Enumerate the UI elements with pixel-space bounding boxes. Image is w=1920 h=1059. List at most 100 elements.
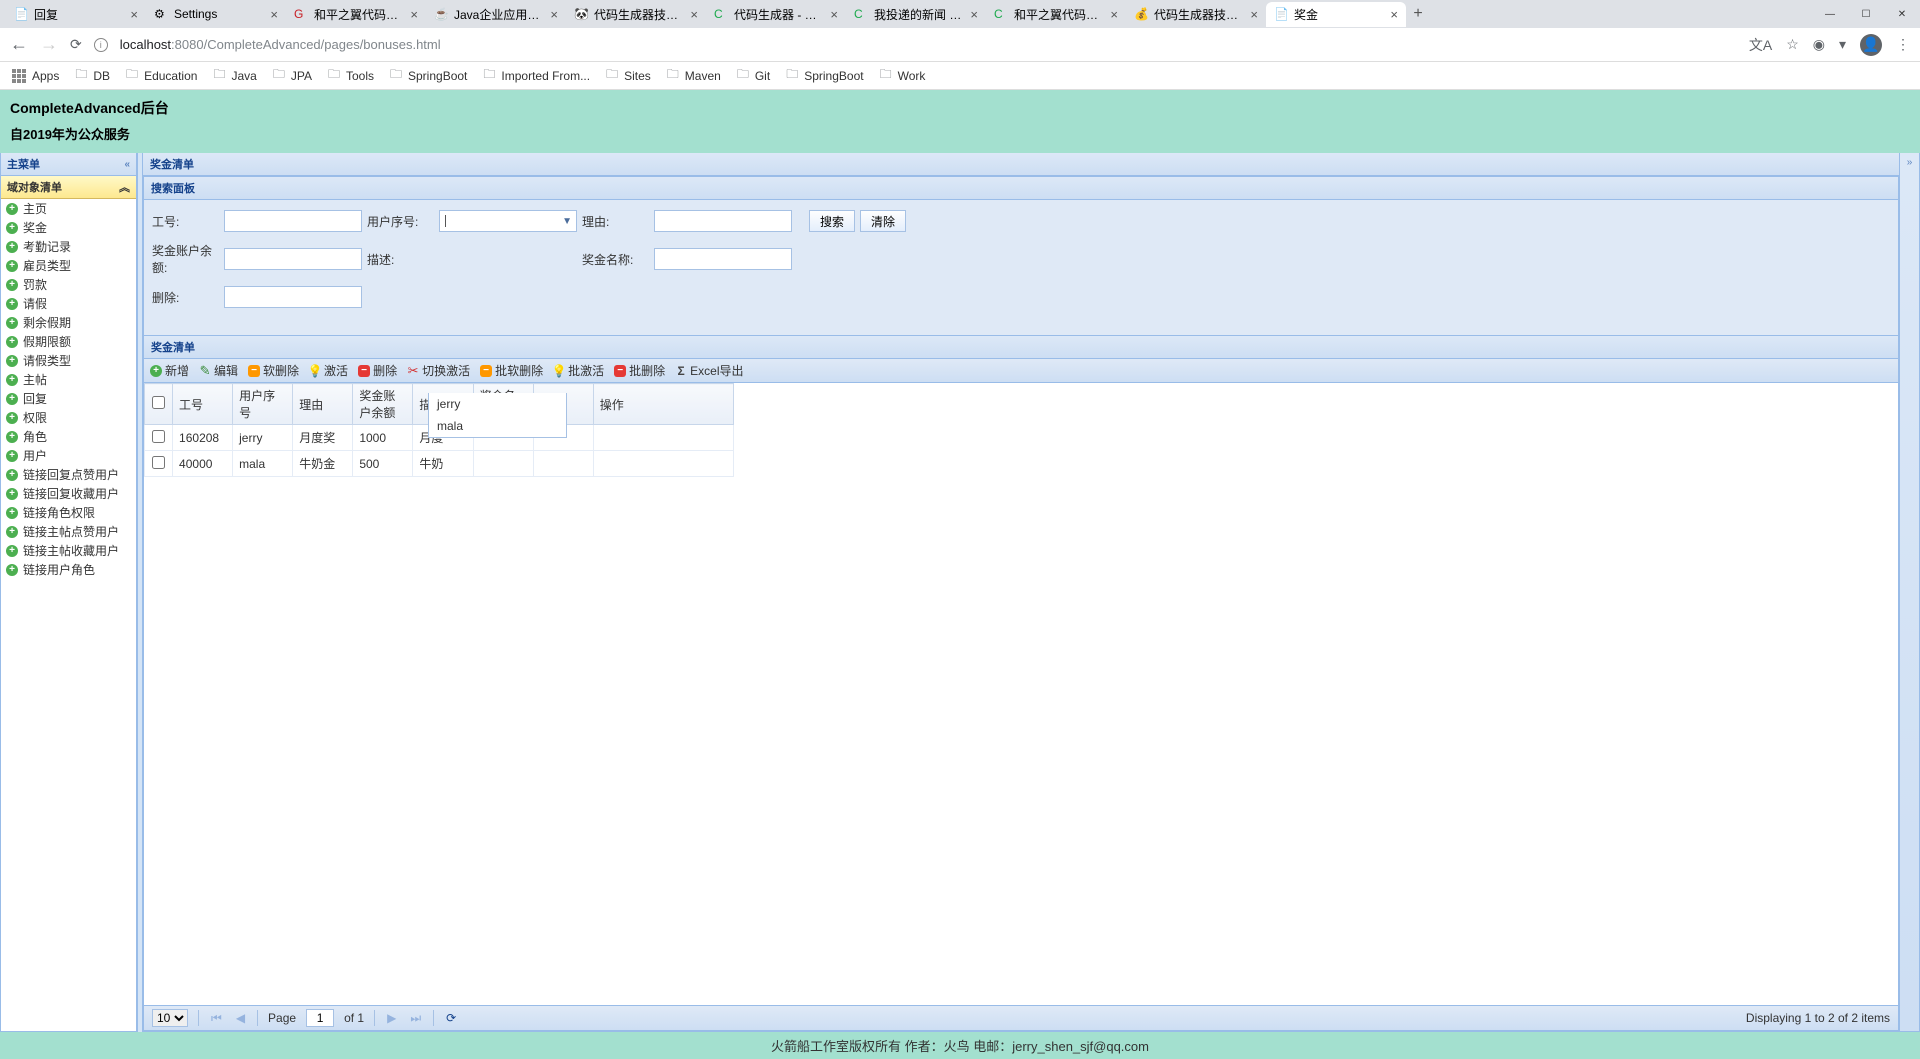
add-button[interactable]: +新增 — [150, 362, 189, 379]
bookmark-folder[interactable]: 🗀SpringBoot — [786, 65, 863, 86]
batchsoftdel-button[interactable]: −批软删除 — [480, 362, 543, 379]
star-icon[interactable]: ☆ — [1786, 36, 1799, 53]
close-icon[interactable]: × — [410, 7, 418, 22]
toggle-button[interactable]: ✂切换激活 — [407, 362, 470, 379]
browser-tab-9[interactable]: 📄奖金× — [1266, 2, 1406, 27]
activate-button[interactable]: 💡激活 — [309, 362, 348, 379]
sidebar-item[interactable]: +考勤记录 — [1, 237, 136, 256]
del-button[interactable]: −删除 — [358, 362, 397, 379]
bookmark-folder[interactable]: 🗀DB — [75, 65, 110, 86]
close-icon[interactable]: × — [690, 7, 698, 22]
clear-button[interactable]: 清除 — [860, 210, 906, 232]
bookmark-folder[interactable]: 🗀Imported From... — [483, 65, 590, 86]
page-input[interactable] — [306, 1009, 334, 1027]
bookmark-folder[interactable]: 🗀Sites — [606, 65, 651, 86]
browser-tab-5[interactable]: C代码生成器 - MS…× — [706, 2, 846, 27]
ly-input[interactable] — [654, 210, 792, 232]
close-icon[interactable]: × — [270, 7, 278, 22]
dropdown-option[interactable]: jerry — [429, 393, 566, 415]
maximize-button[interactable]: ☐ — [1848, 0, 1884, 28]
sidebar-item[interactable]: +链接主帖收藏用户 — [1, 541, 136, 560]
col-yhxh[interactable]: 用户序号 — [233, 384, 293, 425]
new-tab-button[interactable]: + — [1406, 2, 1430, 26]
sidebar-item[interactable]: +主帖 — [1, 370, 136, 389]
bookmark-folder[interactable]: 🗀Maven — [667, 65, 721, 86]
translate-icon[interactable]: 文A — [1749, 35, 1772, 55]
col-ly[interactable]: 理由 — [293, 384, 353, 425]
edit-button[interactable]: ✎编辑 — [199, 362, 238, 379]
browser-tab-3[interactable]: ☕Java企业应用论坛…× — [426, 2, 566, 27]
sidebar-item[interactable]: +请假类型 — [1, 351, 136, 370]
close-icon[interactable]: × — [550, 7, 558, 22]
gh-input[interactable] — [224, 210, 362, 232]
browser-tab-0[interactable]: 📄回复× — [6, 2, 146, 27]
sidebar-item[interactable]: +剩余假期 — [1, 313, 136, 332]
extension-icon[interactable]: ◉ — [1813, 36, 1825, 53]
sc-input[interactable] — [224, 286, 362, 308]
collapse-icon[interactable]: « — [124, 159, 130, 170]
sidebar-item[interactable]: +链接角色权限 — [1, 503, 136, 522]
close-icon[interactable]: × — [1390, 7, 1398, 22]
jjmc-input[interactable] — [654, 248, 792, 270]
close-icon[interactable]: × — [1250, 7, 1258, 22]
prev-page-button[interactable]: ◀ — [234, 1011, 247, 1025]
minimize-button[interactable]: — — [1812, 0, 1848, 28]
sidebar-item[interactable]: +罚款 — [1, 275, 136, 294]
close-icon[interactable]: × — [830, 7, 838, 22]
forward-button[interactable]: → — [40, 34, 58, 55]
sidebar-item[interactable]: +请假 — [1, 294, 136, 313]
browser-tab-4[interactable]: 🐼代码生成器技术系…× — [566, 2, 706, 27]
sidebar-item[interactable]: +链接用户角色 — [1, 560, 136, 579]
sidebar-item[interactable]: +权限 — [1, 408, 136, 427]
bookmark-folder[interactable]: 🗀Education — [126, 65, 197, 86]
sidebar-item[interactable]: +主页 — [1, 199, 136, 218]
sidebar-section-header[interactable]: 域对象清单︽ — [1, 176, 136, 199]
sidebar-item[interactable]: +奖金 — [1, 218, 136, 237]
close-icon[interactable]: × — [130, 7, 138, 22]
table-row[interactable]: 40000 mala 牛奶金 500 牛奶 — [145, 451, 734, 477]
next-page-button[interactable]: ▶ — [385, 1011, 398, 1025]
browser-tab-8[interactable]: 💰代码生成器技术系…× — [1126, 2, 1266, 27]
east-panel-collapsed[interactable]: » — [1900, 153, 1920, 1032]
sidebar-item[interactable]: +角色 — [1, 427, 136, 446]
pagesize-select[interactable]: 10 — [152, 1009, 188, 1027]
search-button[interactable]: 搜索 — [809, 210, 855, 232]
browser-tab-7[interactable]: C和平之翼代码生成…× — [986, 2, 1126, 27]
batchactivate-button[interactable]: 💡批激活 — [553, 362, 604, 379]
site-info-icon[interactable]: i — [94, 38, 108, 52]
sidebar-item[interactable]: +雇员类型 — [1, 256, 136, 275]
select-all-checkbox[interactable] — [145, 384, 173, 425]
bookmark-folder[interactable]: 🗀Tools — [328, 65, 374, 86]
row-checkbox[interactable] — [152, 430, 165, 443]
bookmark-folder[interactable]: 🗀SpringBoot — [390, 65, 467, 86]
dropdown-option[interactable]: mala — [429, 415, 566, 437]
export-button[interactable]: ΣExcel导出 — [675, 362, 743, 379]
close-icon[interactable]: × — [970, 7, 978, 22]
row-checkbox[interactable] — [152, 456, 165, 469]
sidebar-item[interactable]: +链接回复收藏用户 — [1, 484, 136, 503]
sidebar-item[interactable]: +链接主帖点赞用户 — [1, 522, 136, 541]
bookmark-folder[interactable]: 🗀Java — [213, 65, 256, 86]
apps-button[interactable]: Apps — [12, 69, 59, 83]
profile-avatar[interactable]: 👤 — [1860, 34, 1882, 56]
menu-icon[interactable]: ⋮ — [1896, 36, 1910, 53]
softdel-button[interactable]: −软删除 — [248, 362, 299, 379]
sidebar-item[interactable]: +用户 — [1, 446, 136, 465]
shield-icon[interactable]: ▾ — [1839, 36, 1846, 53]
first-page-button[interactable]: ⏮ — [209, 1011, 224, 1026]
reload-button[interactable]: ⟳ — [70, 36, 82, 53]
refresh-button[interactable]: ⟳ — [444, 1011, 458, 1025]
yhxh-combo[interactable]: ▼ — [439, 210, 577, 232]
browser-tab-1[interactable]: ⚙Settings× — [146, 3, 286, 26]
bookmark-folder[interactable]: 🗀Work — [880, 65, 926, 86]
browser-tab-2[interactable]: G和平之翼代码生成…× — [286, 2, 426, 27]
col-gh[interactable]: 工号 — [173, 384, 233, 425]
batchdel-button[interactable]: −批删除 — [614, 362, 665, 379]
last-page-button[interactable]: ⏭ — [408, 1011, 423, 1026]
jjzhye-input[interactable] — [224, 248, 362, 270]
col-jjzhye[interactable]: 奖金账户余额 — [353, 384, 413, 425]
back-button[interactable]: ← — [10, 34, 28, 55]
url-field[interactable]: localhost:8080/CompleteAdvanced/pages/bo… — [120, 37, 1737, 52]
close-window-button[interactable]: ✕ — [1884, 0, 1920, 28]
sidebar-item[interactable]: +链接回复点赞用户 — [1, 465, 136, 484]
